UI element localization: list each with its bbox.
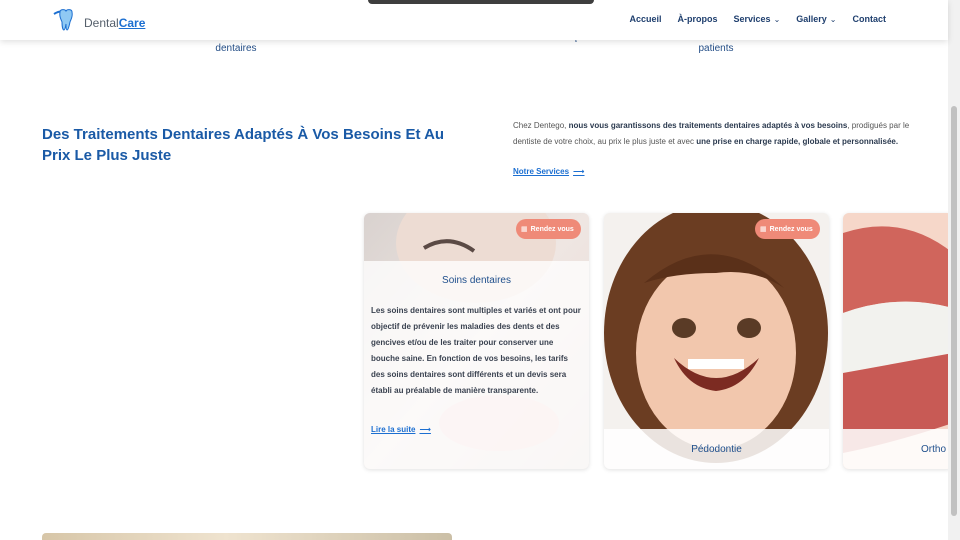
section-intro: Chez Dentego, nous vous garantissons des…: [513, 121, 910, 146]
card-title: Ortho: [843, 429, 953, 469]
chevron-down-icon: ⌄: [773, 14, 781, 24]
calendar-icon: ▦: [521, 226, 528, 233]
tooth-logo-icon: [52, 8, 80, 37]
arrow-right-icon: ⟶: [419, 425, 431, 434]
logo-prefix: Dental: [84, 15, 119, 30]
nav-a-propos[interactable]: À-propos: [678, 14, 718, 24]
scrollbar[interactable]: [948, 0, 960, 540]
rendez-vous-button[interactable]: ▦ Rendez vous: [516, 219, 581, 239]
logo[interactable]: DentalCare: [52, 8, 145, 37]
main-nav: Accueil À-propos Services ⌄ Gallery ⌄ Cont…: [630, 14, 887, 24]
site-header: DentalCare Accueil À-propos Services ⌄ Ga…: [0, 0, 948, 40]
calendar-icon: ▦: [760, 226, 767, 233]
services-link[interactable]: Notre Services ⟶: [513, 167, 585, 176]
top-bar: [368, 0, 594, 4]
card-title: Soins dentaires: [442, 275, 511, 286]
service-card-soins[interactable]: Soins dentaires Les soins dentaires sont…: [364, 213, 589, 469]
card-title: Pédodontie: [604, 429, 829, 469]
section-title: Des Traitements Dentaires Adaptés À Vos …: [42, 126, 445, 164]
read-more-link[interactable]: Lire la suite ⟶: [371, 425, 431, 434]
service-card-orthodontie[interactable]: Ortho: [843, 213, 953, 469]
scrollbar-thumb[interactable]: [951, 106, 957, 516]
section-image: [42, 533, 452, 540]
card-description: Les soins dentaires sont multiples et va…: [371, 306, 581, 395]
chevron-down-icon: ⌄: [829, 14, 837, 24]
service-card-pedodontie[interactable]: Pédodontie: [604, 213, 829, 469]
nav-services[interactable]: Services ⌄: [734, 14, 781, 24]
arrow-right-icon: ⟶: [573, 167, 585, 176]
nav-accueil[interactable]: Accueil: [630, 14, 662, 24]
nav-contact[interactable]: Contact: [853, 14, 887, 24]
rendez-vous-button[interactable]: ▦ Rendez vous: [755, 219, 820, 239]
logo-suffix: Care: [118, 15, 146, 30]
nav-gallery[interactable]: Gallery ⌄: [796, 14, 836, 24]
